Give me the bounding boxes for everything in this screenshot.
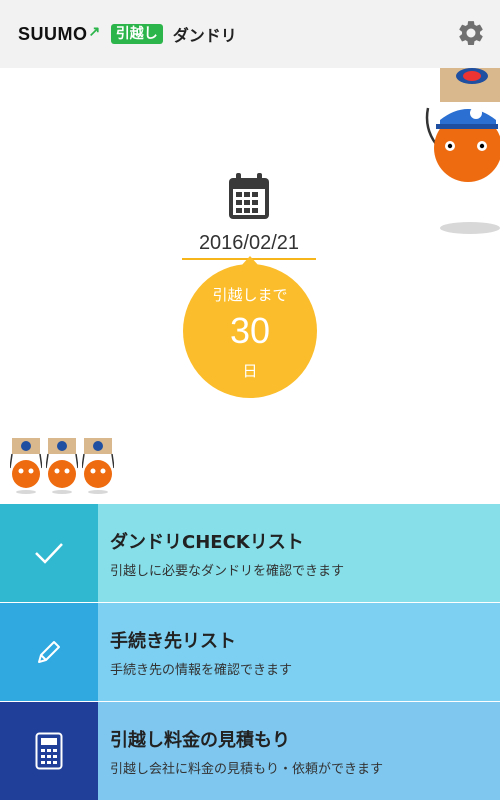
menu-icon-box <box>0 603 98 701</box>
calculator-icon <box>35 732 63 770</box>
logo-arrow-icon: ↗ <box>88 22 101 39</box>
logo-badge: 引越し <box>110 24 163 44</box>
gear-icon[interactable] <box>456 18 486 48</box>
menu-title: ダンドリCHECKリスト <box>110 531 304 553</box>
app-header: SUUMO ↗ 引越し ダンドリ <box>0 0 500 68</box>
mascot-small-icon <box>46 438 78 494</box>
countdown-label: 引越しまで <box>212 286 288 304</box>
menu-text: 引越し料金の見積もり 引越し会社に料金の見積もり・依頼ができます <box>98 702 500 800</box>
app-logo: SUUMO ↗ 引越し ダンドリ <box>18 22 237 46</box>
menu-title: 手続き先リスト <box>110 630 236 652</box>
pencil-icon <box>38 641 60 663</box>
mascot-small-icon <box>10 438 42 494</box>
suumo-logo-text: SUUMO <box>18 23 88 44</box>
check-icon <box>35 543 63 564</box>
menu-item-estimate[interactable]: 引越し料金の見積もり 引越し会社に料金の見積もり・依頼ができます <box>0 702 500 800</box>
menu-item-procedures[interactable]: 手続き先リスト 手続き先の情報を確認できます <box>0 603 500 701</box>
mascot-illustration <box>425 68 500 234</box>
menu-subtitle: 引越しに必要なダンドリを確認できます <box>110 563 345 579</box>
countdown-area: 2016/02/21 引越しまで 30 日 <box>0 68 500 504</box>
countdown-days: 30 <box>229 310 271 351</box>
menu-title: 引越し料金の見積もり <box>110 729 290 751</box>
countdown-badge: 引越しまで 30 日 <box>183 256 317 398</box>
menu-icon-box <box>0 702 98 800</box>
menu-subtitle: 手続き先の情報を確認できます <box>110 662 293 678</box>
moving-date[interactable]: 2016/02/21 <box>182 232 316 255</box>
countdown-unit: 日 <box>242 362 258 380</box>
menu-item-checklist[interactable]: ダンドリCHECKリスト 引越しに必要なダンドリを確認できます <box>0 504 500 602</box>
calendar-icon[interactable] <box>229 173 269 219</box>
menu-icon-box <box>0 504 98 602</box>
main-menu: ダンドリCHECKリスト 引越しに必要なダンドリを確認できます 手続き先リスト … <box>0 504 500 800</box>
mascot-small-icon <box>82 438 114 494</box>
logo-title: ダンドリ <box>172 26 237 45</box>
suumo-logo: SUUMO ↗ <box>18 22 101 45</box>
menu-text: 手続き先リスト 手続き先の情報を確認できます <box>98 603 500 701</box>
menu-text: ダンドリCHECKリスト 引越しに必要なダンドリを確認できます <box>98 504 500 602</box>
menu-subtitle: 引越し会社に料金の見積もり・依頼ができます <box>110 761 384 777</box>
